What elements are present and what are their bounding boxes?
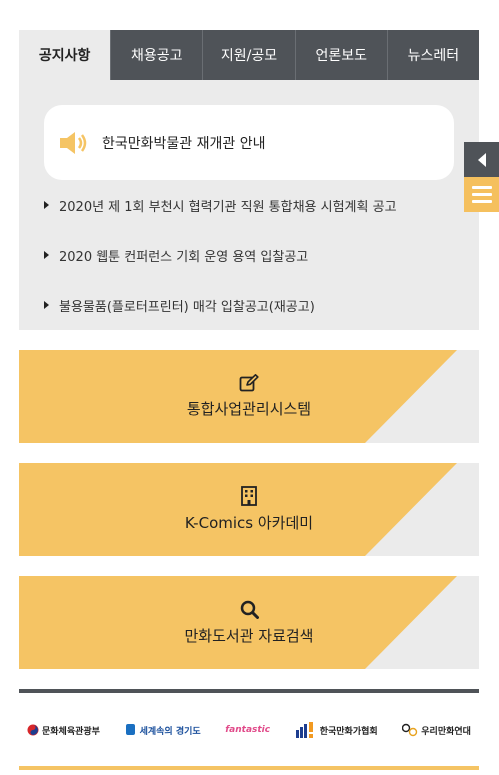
prev-button[interactable]: [464, 142, 499, 177]
menu-bar: [471, 186, 492, 189]
bullet-triangle-icon: [44, 251, 49, 259]
footer-divider: [19, 689, 479, 693]
news-title: 2020년 제 1회 부천시 협력기관 직원 통합채용 시험계획 공고: [59, 199, 397, 215]
woori-manhwa-mark: [402, 723, 418, 737]
logo-text: 우리만화연대: [421, 726, 471, 737]
speaker-icon: [60, 131, 87, 154]
bullet-triangle-icon: [44, 301, 49, 309]
integrated-system-banner[interactable]: 통합사업관리시스템: [19, 350, 479, 443]
footer-accent-bar: [19, 766, 479, 770]
news-list: 2020년 제 1회 부천시 협력기관 직원 통합채용 시험계획 공고 2020…: [44, 193, 464, 330]
tab-support[interactable]: 지원/공모: [202, 30, 295, 80]
kcartoonist-mark: [295, 722, 313, 738]
list-item[interactable]: 2020년 제 1회 부천시 협력기관 직원 통합채용 시험계획 공고: [44, 193, 464, 217]
list-item[interactable]: 불용물품(플로터프린터) 매각 입찰공고(재공고): [44, 280, 464, 330]
kcartoonist-logo[interactable]: 한국만화가협회: [295, 722, 378, 738]
news-title: 2020 웹툰 컨퍼런스 기회 운영 용역 입찰공고: [59, 249, 309, 265]
menu-bar: [471, 193, 492, 196]
logo-text: fantastic: [225, 725, 271, 735]
menu-button[interactable]: [464, 177, 499, 212]
menu-bar: [471, 200, 492, 203]
edit-icon: [239, 374, 259, 392]
tab-newsletter[interactable]: 뉴스레터: [386, 30, 480, 80]
featured-notice[interactable]: 한국만화박물관 재개관 안내: [44, 105, 454, 180]
tab-press[interactable]: 언론보도: [294, 30, 387, 80]
banner-content: 만화도서관 자료검색: [19, 576, 479, 669]
building-icon: [241, 486, 257, 506]
banner-content: K-Comics 아카데미: [19, 463, 479, 556]
notice-tabs: 공지사항 채용공고 지원/공모 언론보도 뉴스레터: [19, 30, 480, 80]
partner-logos: 문화체육관광부 세계속의 경기도 fantastic 한국만화가협회 우리만화연…: [19, 712, 479, 748]
banner-label: 만화도서관 자료검색: [184, 626, 314, 645]
logo-text: 한국만화가협회: [319, 726, 378, 737]
news-title: 불용물품(플로터프린터) 매각 입찰공고(재공고): [59, 299, 315, 315]
logo-text: 문화체육관광부: [42, 726, 100, 737]
gyeonggi-mark: [125, 724, 135, 735]
library-search-banner[interactable]: 만화도서관 자료검색: [19, 576, 479, 669]
gyeonggi-logo[interactable]: 세계속의 경기도: [125, 723, 201, 737]
notice-panel: 한국만화박물관 재개관 안내 2020년 제 1회 부천시 협력기관 직원 통합…: [19, 80, 479, 330]
chevron-left-icon: [477, 152, 486, 167]
banner-label: K-Comics 아카데미: [184, 514, 314, 532]
bullet-triangle-icon: [44, 201, 49, 209]
banner-label: 통합사업관리시스템: [186, 400, 312, 418]
featured-notice-title: 한국만화박물관 재개관 안내: [102, 135, 266, 152]
banner-content: 통합사업관리시스템: [19, 350, 479, 443]
ministry-culture-mark: [27, 724, 39, 736]
list-item[interactable]: 2020 웹툰 컨퍼런스 기회 운영 용역 입찰공고: [44, 230, 464, 280]
search-icon: [240, 600, 259, 619]
woori-manhwa-logo[interactable]: 우리만화연대: [402, 723, 471, 737]
tab-notice[interactable]: 공지사항: [19, 30, 111, 80]
kcomics-academy-banner[interactable]: K-Comics 아카데미: [19, 463, 479, 556]
ministry-culture-logo[interactable]: 문화체육관광부: [27, 724, 100, 737]
fantastic-bucheon-logo[interactable]: fantastic: [225, 725, 270, 735]
logo-text: 세계속의 경기도: [139, 726, 201, 737]
tab-recruitment[interactable]: 채용공고: [110, 30, 203, 80]
